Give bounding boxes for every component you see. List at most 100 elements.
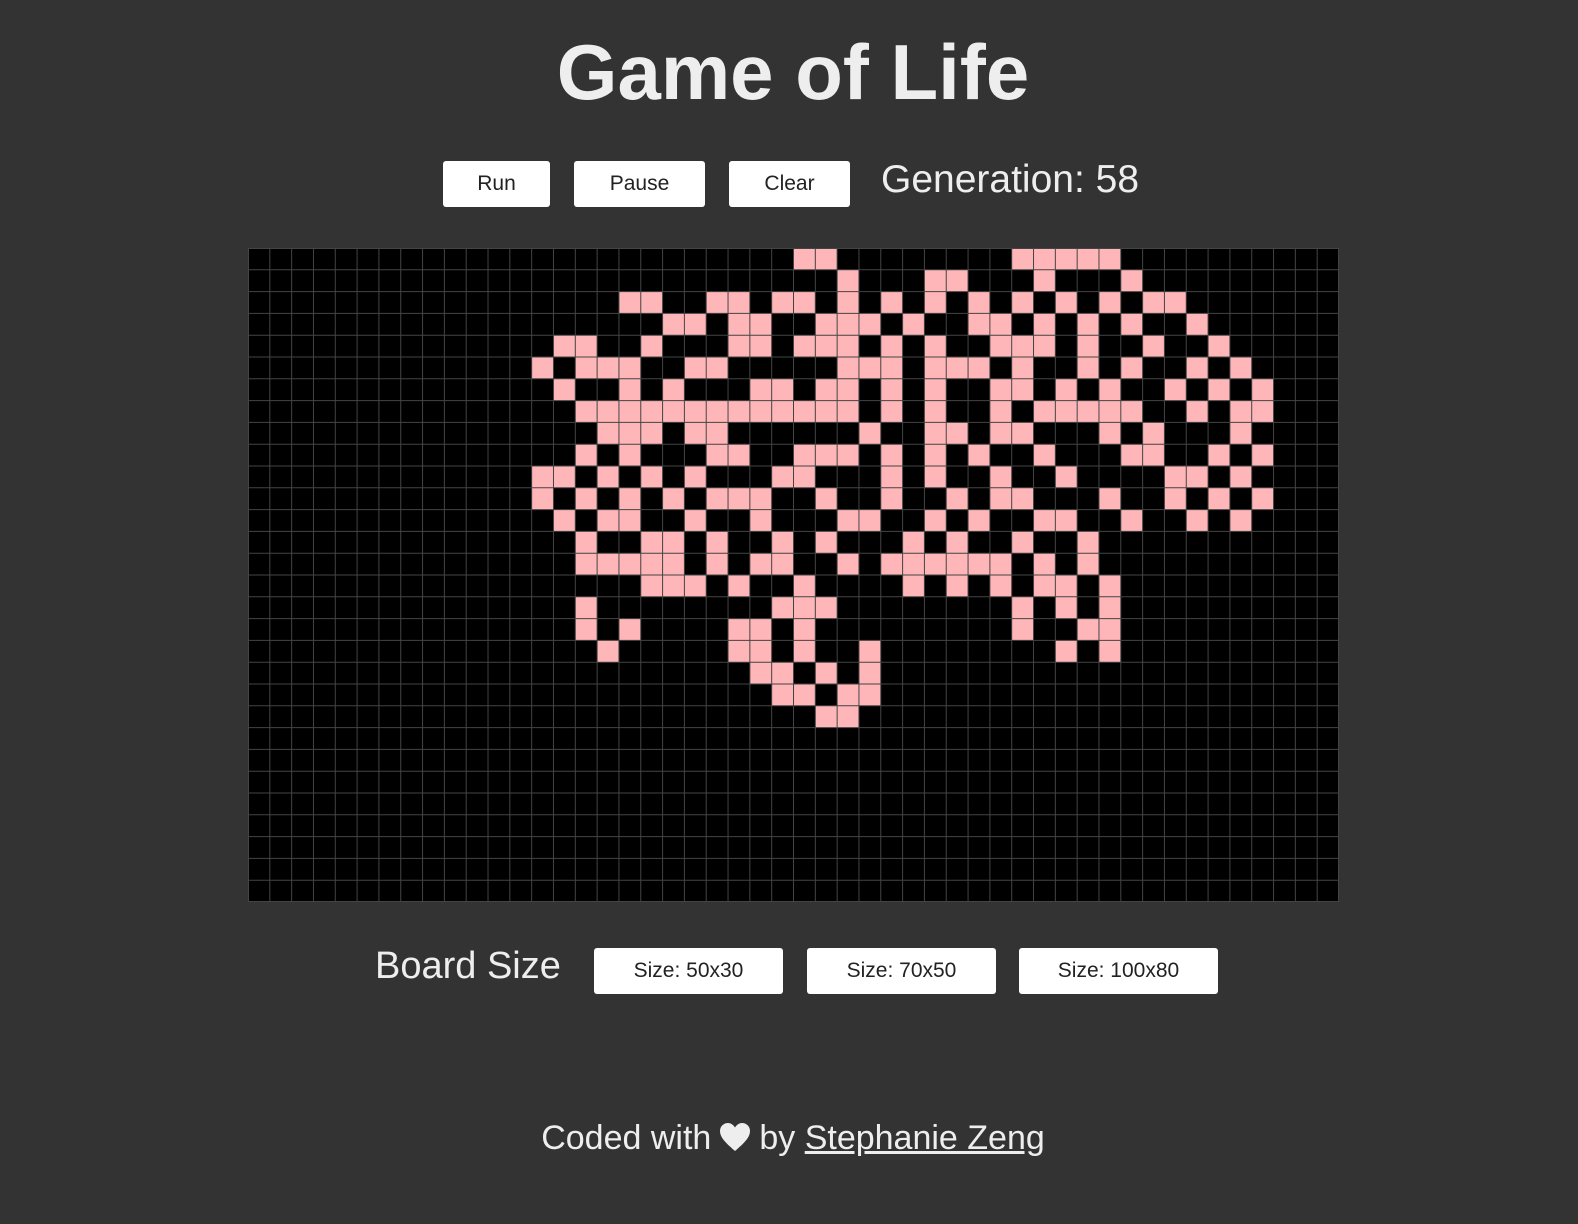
live-cell[interactable] <box>924 509 947 532</box>
live-cell[interactable] <box>1186 357 1209 379</box>
live-cell[interactable] <box>597 553 619 575</box>
live-cell[interactable] <box>597 466 619 488</box>
live-cell[interactable] <box>1251 487 1274 510</box>
live-cell[interactable] <box>1098 422 1121 445</box>
live-cell[interactable] <box>902 575 925 597</box>
live-cell[interactable] <box>706 553 729 575</box>
live-cell[interactable] <box>684 466 707 488</box>
live-cell[interactable] <box>924 553 947 575</box>
live-cell[interactable] <box>1011 422 1034 445</box>
live-cell[interactable] <box>1229 422 1252 445</box>
live-cell[interactable] <box>793 335 816 357</box>
live-cell[interactable] <box>1011 618 1034 641</box>
live-cell[interactable] <box>1055 575 1078 597</box>
live-cell[interactable] <box>640 335 663 357</box>
live-cell[interactable] <box>1033 269 1056 292</box>
live-cell[interactable] <box>837 357 859 379</box>
live-cell[interactable] <box>858 509 881 532</box>
live-cell[interactable] <box>858 662 881 684</box>
live-cell[interactable] <box>815 400 838 423</box>
live-cell[interactable] <box>728 444 750 466</box>
live-cell[interactable] <box>618 400 641 423</box>
live-cell[interactable] <box>837 291 859 314</box>
live-cell[interactable] <box>1120 509 1143 532</box>
live-cell[interactable] <box>597 357 619 379</box>
live-cell[interactable] <box>1186 466 1209 488</box>
live-cell[interactable] <box>728 575 750 597</box>
live-cell[interactable] <box>858 313 881 336</box>
live-cell[interactable] <box>771 596 794 619</box>
live-cell[interactable] <box>771 553 794 575</box>
live-cell[interactable] <box>1098 487 1121 510</box>
live-cell[interactable] <box>1033 553 1056 575</box>
live-cell[interactable] <box>771 378 794 401</box>
live-cell[interactable] <box>1055 248 1078 270</box>
live-cell[interactable] <box>815 531 838 554</box>
live-cell[interactable] <box>793 291 816 314</box>
live-cell[interactable] <box>706 422 729 445</box>
live-cell[interactable] <box>1077 313 1099 336</box>
live-cell[interactable] <box>793 684 816 706</box>
live-cell[interactable] <box>924 422 947 445</box>
live-cell[interactable] <box>924 400 947 423</box>
live-cell[interactable] <box>1055 466 1078 488</box>
live-cell[interactable] <box>1033 248 1056 270</box>
live-cell[interactable] <box>989 422 1012 445</box>
size-100x80-button[interactable]: Size: 100x80 <box>1019 948 1218 994</box>
live-cell[interactable] <box>618 553 641 575</box>
live-cell[interactable] <box>640 400 663 423</box>
live-cell[interactable] <box>531 487 554 510</box>
live-cell[interactable] <box>837 684 859 706</box>
live-cell[interactable] <box>1142 422 1165 445</box>
live-cell[interactable] <box>662 487 685 510</box>
live-cell[interactable] <box>1098 400 1121 423</box>
live-cell[interactable] <box>793 466 816 488</box>
live-cell[interactable] <box>575 444 598 466</box>
live-cell[interactable] <box>968 553 990 575</box>
live-cell[interactable] <box>989 553 1012 575</box>
live-cell[interactable] <box>662 553 685 575</box>
live-cell[interactable] <box>618 444 641 466</box>
live-cell[interactable] <box>858 357 881 379</box>
live-cell[interactable] <box>749 618 772 641</box>
live-cell[interactable] <box>989 378 1012 401</box>
size-70x50-button[interactable]: Size: 70x50 <box>807 948 996 994</box>
live-cell[interactable] <box>989 313 1012 336</box>
live-cell[interactable] <box>684 357 707 379</box>
live-cell[interactable] <box>902 553 925 575</box>
live-cell[interactable] <box>880 335 903 357</box>
pause-button[interactable]: Pause <box>574 161 705 207</box>
live-cell[interactable] <box>1011 596 1034 619</box>
live-cell[interactable] <box>1011 487 1034 510</box>
live-cell[interactable] <box>880 291 903 314</box>
live-cell[interactable] <box>815 596 838 619</box>
game-board[interactable] <box>248 248 1339 902</box>
live-cell[interactable] <box>706 531 729 554</box>
live-cell[interactable] <box>815 662 838 684</box>
live-cell[interactable] <box>749 487 772 510</box>
live-cell[interactable] <box>749 640 772 663</box>
live-cell[interactable] <box>728 335 750 357</box>
live-cell[interactable] <box>1055 596 1078 619</box>
live-cell[interactable] <box>815 444 838 466</box>
live-cell[interactable] <box>1164 378 1187 401</box>
live-cell[interactable] <box>837 269 859 292</box>
live-cell[interactable] <box>1120 313 1143 336</box>
live-cell[interactable] <box>837 509 859 532</box>
live-cell[interactable] <box>1033 335 1056 357</box>
live-cell[interactable] <box>1077 531 1099 554</box>
live-cell[interactable] <box>989 400 1012 423</box>
live-cell[interactable] <box>1055 640 1078 663</box>
live-cell[interactable] <box>1055 509 1078 532</box>
live-cell[interactable] <box>837 335 859 357</box>
live-cell[interactable] <box>597 640 619 663</box>
live-cell[interactable] <box>575 400 598 423</box>
live-cell[interactable] <box>946 357 969 379</box>
live-cell[interactable] <box>946 487 969 510</box>
live-cell[interactable] <box>793 640 816 663</box>
live-cell[interactable] <box>640 422 663 445</box>
live-cell[interactable] <box>618 487 641 510</box>
live-cell[interactable] <box>837 400 859 423</box>
live-cell[interactable] <box>880 444 903 466</box>
live-cell[interactable] <box>553 335 576 357</box>
